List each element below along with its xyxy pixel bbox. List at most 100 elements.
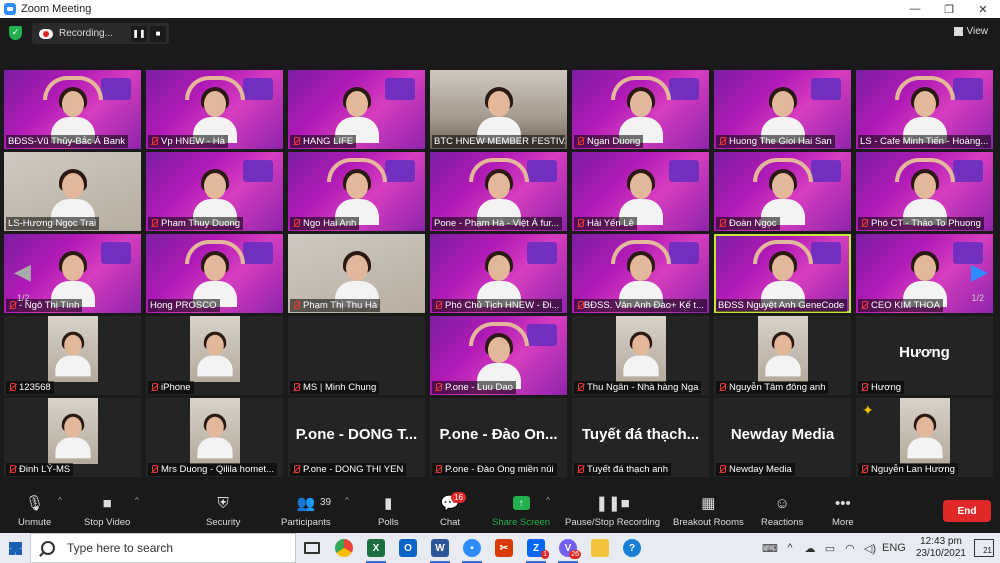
participant-tile[interactable]: Hải Yến Lê [572,152,709,231]
participant-name-label: Phó Chủ Tịch HNEW - Đi... [432,299,563,312]
stop-video-button[interactable]: ■ Stop Video [84,493,130,531]
participant-tile[interactable]: Hương Hương [856,316,993,395]
cloud-icon[interactable]: ☁ [800,542,820,555]
participant-tile[interactable]: Pone - Phạm Hà - Việt Á fur... [430,152,567,231]
reactions-button[interactable]: ☺ Reactions [761,493,803,531]
battery-icon[interactable]: ▭ [820,542,840,555]
participant-figure [55,331,91,377]
taskbar-clock[interactable]: 12:43 pm 23/10/2021 [916,536,966,560]
participant-tile[interactable]: BĐSS-Vũ Thủy-Bắc Á Bank [4,70,141,149]
wifi-icon[interactable]: ◠ [840,542,860,555]
end-meeting-button[interactable]: End [943,500,991,522]
participant-tile[interactable]: Nguyễn Tâm đông anh [714,316,851,395]
task-view-button[interactable] [296,533,328,563]
pause-stop-icon: ❚❚■ [595,495,630,512]
muted-mic-icon [718,383,726,392]
participant-tile[interactable]: Đinh LÝ-MS [4,398,141,477]
participant-tile[interactable]: Phó CT - Thảo To Phuong [856,152,993,231]
polls-button[interactable]: ▮ Polls [378,493,399,531]
muted-mic-icon [150,465,158,474]
word-icon: W [431,539,449,557]
participant-name-label: Tuyết đá thạch anh [574,463,671,476]
close-window-button[interactable]: ✕ [966,0,1000,18]
view-button[interactable]: View [953,26,988,37]
participant-name-label: HANG LIFE [290,135,357,148]
participant-name-text: Ngo Hai Anh [303,218,357,229]
participant-tile[interactable]: BĐSS. Vân Anh Đào+ Kế t... [572,234,709,313]
participant-tile[interactable]: P.one - Đào On... P.one - Đào Ong miền nú… [430,398,567,477]
file-explorer-taskbar-app[interactable] [584,533,616,563]
notification-center-button[interactable]: 21 [974,539,994,557]
participant-tile[interactable]: BĐSS Nguyệt Anh GeneCode [714,234,851,313]
participant-tile[interactable]: HANG LIFE [288,70,425,149]
zalo-taskbar-app[interactable]: Z1 [520,533,552,563]
participant-tile[interactable]: Huong The Gioi Hai San [714,70,851,149]
participant-tile[interactable]: P.one - Luu Dao [430,316,567,395]
participant-tile[interactable]: Newday Media Newday Media [714,398,851,477]
window-title: Zoom Meeting [21,3,92,15]
share-options-caret-icon[interactable]: ^ [546,496,550,505]
maximize-button[interactable]: ❐ [932,0,966,18]
muted-mic-icon [576,383,584,392]
stop-recording-button[interactable]: ■ [150,25,166,42]
pause-stop-recording-button[interactable]: ❚❚■ Pause/Stop Recording [565,493,660,531]
share-screen-button[interactable]: ↑ Share Screen [492,493,550,531]
word-taskbar-app[interactable]: W [424,533,456,563]
participants-options-caret-icon[interactable]: ^ [345,496,349,505]
participant-tile[interactable]: iPhone [146,316,283,395]
encryption-shield-icon[interactable]: ✓ [9,26,22,40]
participant-tile[interactable]: Tuyết đá thạch... Tuyết đá thạch anh [572,398,709,477]
ellipsis-icon: ••• [834,494,851,512]
snipping-taskbar-app[interactable]: ✂ [488,533,520,563]
participant-tile[interactable]: Phó Chủ Tịch HNEW - Đi... [430,234,567,313]
show-hidden-icons-caret-icon[interactable]: ^ [780,542,800,554]
participant-tile[interactable]: LS - Cafe Minh Tiến - Hoàng... [856,70,993,149]
participant-tile[interactable]: MS | Minh Chung [288,316,425,395]
start-button[interactable] [0,533,30,563]
participant-tile[interactable]: Ngo Hai Anh [288,152,425,231]
taskbar-search-box[interactable]: Type here to search [30,533,296,563]
next-page-arrow-icon[interactable]: ▶ [971,260,988,284]
outlook-taskbar-app[interactable]: O [392,533,424,563]
participant-tile[interactable]: Phạm Thị Thu Hà [288,234,425,313]
participant-tile[interactable]: Pham Thuy Duong [146,152,283,231]
participant-name-label: Thu Ngân - Nhà hàng Nga [574,381,702,394]
viber-taskbar-app[interactable]: V 26 [552,533,584,563]
minimize-button[interactable]: — [898,0,932,18]
participant-name-text: P.one - Đào Ong miền núi [445,464,554,475]
chrome-taskbar-app[interactable] [328,533,360,563]
breakout-rooms-button[interactable]: ▦ Breakout Rooms [673,493,744,531]
participant-tile[interactable]: BTC HNEW MEMBER FESTIVAL [430,70,567,149]
video-options-caret-icon[interactable]: ^ [135,496,139,505]
volume-icon[interactable]: ◁) [860,542,880,555]
pause-recording-button[interactable]: ❚❚ [131,25,147,42]
participant-name-label: Vp HNEW - Hà [148,135,228,148]
participant-tile[interactable]: Đoàn Ngọc [714,152,851,231]
participant-tile[interactable]: Vp HNEW - Hà [146,70,283,149]
muted-mic-icon [434,383,442,392]
language-indicator[interactable]: ENG [880,542,908,554]
excel-taskbar-app[interactable]: X [360,533,392,563]
zoom-taskbar-app[interactable]: ▪ [456,533,488,563]
reactions-label: Reactions [761,517,804,528]
participant-tile[interactable]: 123568 [4,316,141,395]
participant-tile[interactable]: LS-Hương Ngọc Trai [4,152,141,231]
previous-page-arrow-icon[interactable]: ◀ [14,260,31,284]
muted-mic-icon [8,301,16,310]
participant-tile[interactable]: Hong PROSCO [146,234,283,313]
security-button[interactable]: ⛨ Security [206,493,240,531]
participant-tile[interactable]: Thu Ngân - Nhà hàng Nga [572,316,709,395]
participant-tile[interactable]: ✦ Nguyễn Lan Hương [856,398,993,477]
participant-name-label: iPhone [148,381,194,394]
participant-tile[interactable]: Ngan Duong [572,70,709,149]
more-label: More [832,517,854,528]
unmute-button[interactable]: 🎙 Unmute [18,493,51,531]
keyboard-icon[interactable]: ⌨ [760,542,780,555]
participant-tile[interactable]: P.one - DONG T... P.one - DONG THI YEN [288,398,425,477]
participant-tile[interactable]: Mrs Duong - Qilila homet... [146,398,283,477]
chat-button[interactable]: 💬 16 Chat [440,492,466,531]
muted-mic-icon [292,465,300,474]
more-button[interactable]: ••• More [832,493,854,531]
help-taskbar-app[interactable]: ? [616,533,648,563]
audio-options-caret-icon[interactable]: ^ [58,496,62,505]
